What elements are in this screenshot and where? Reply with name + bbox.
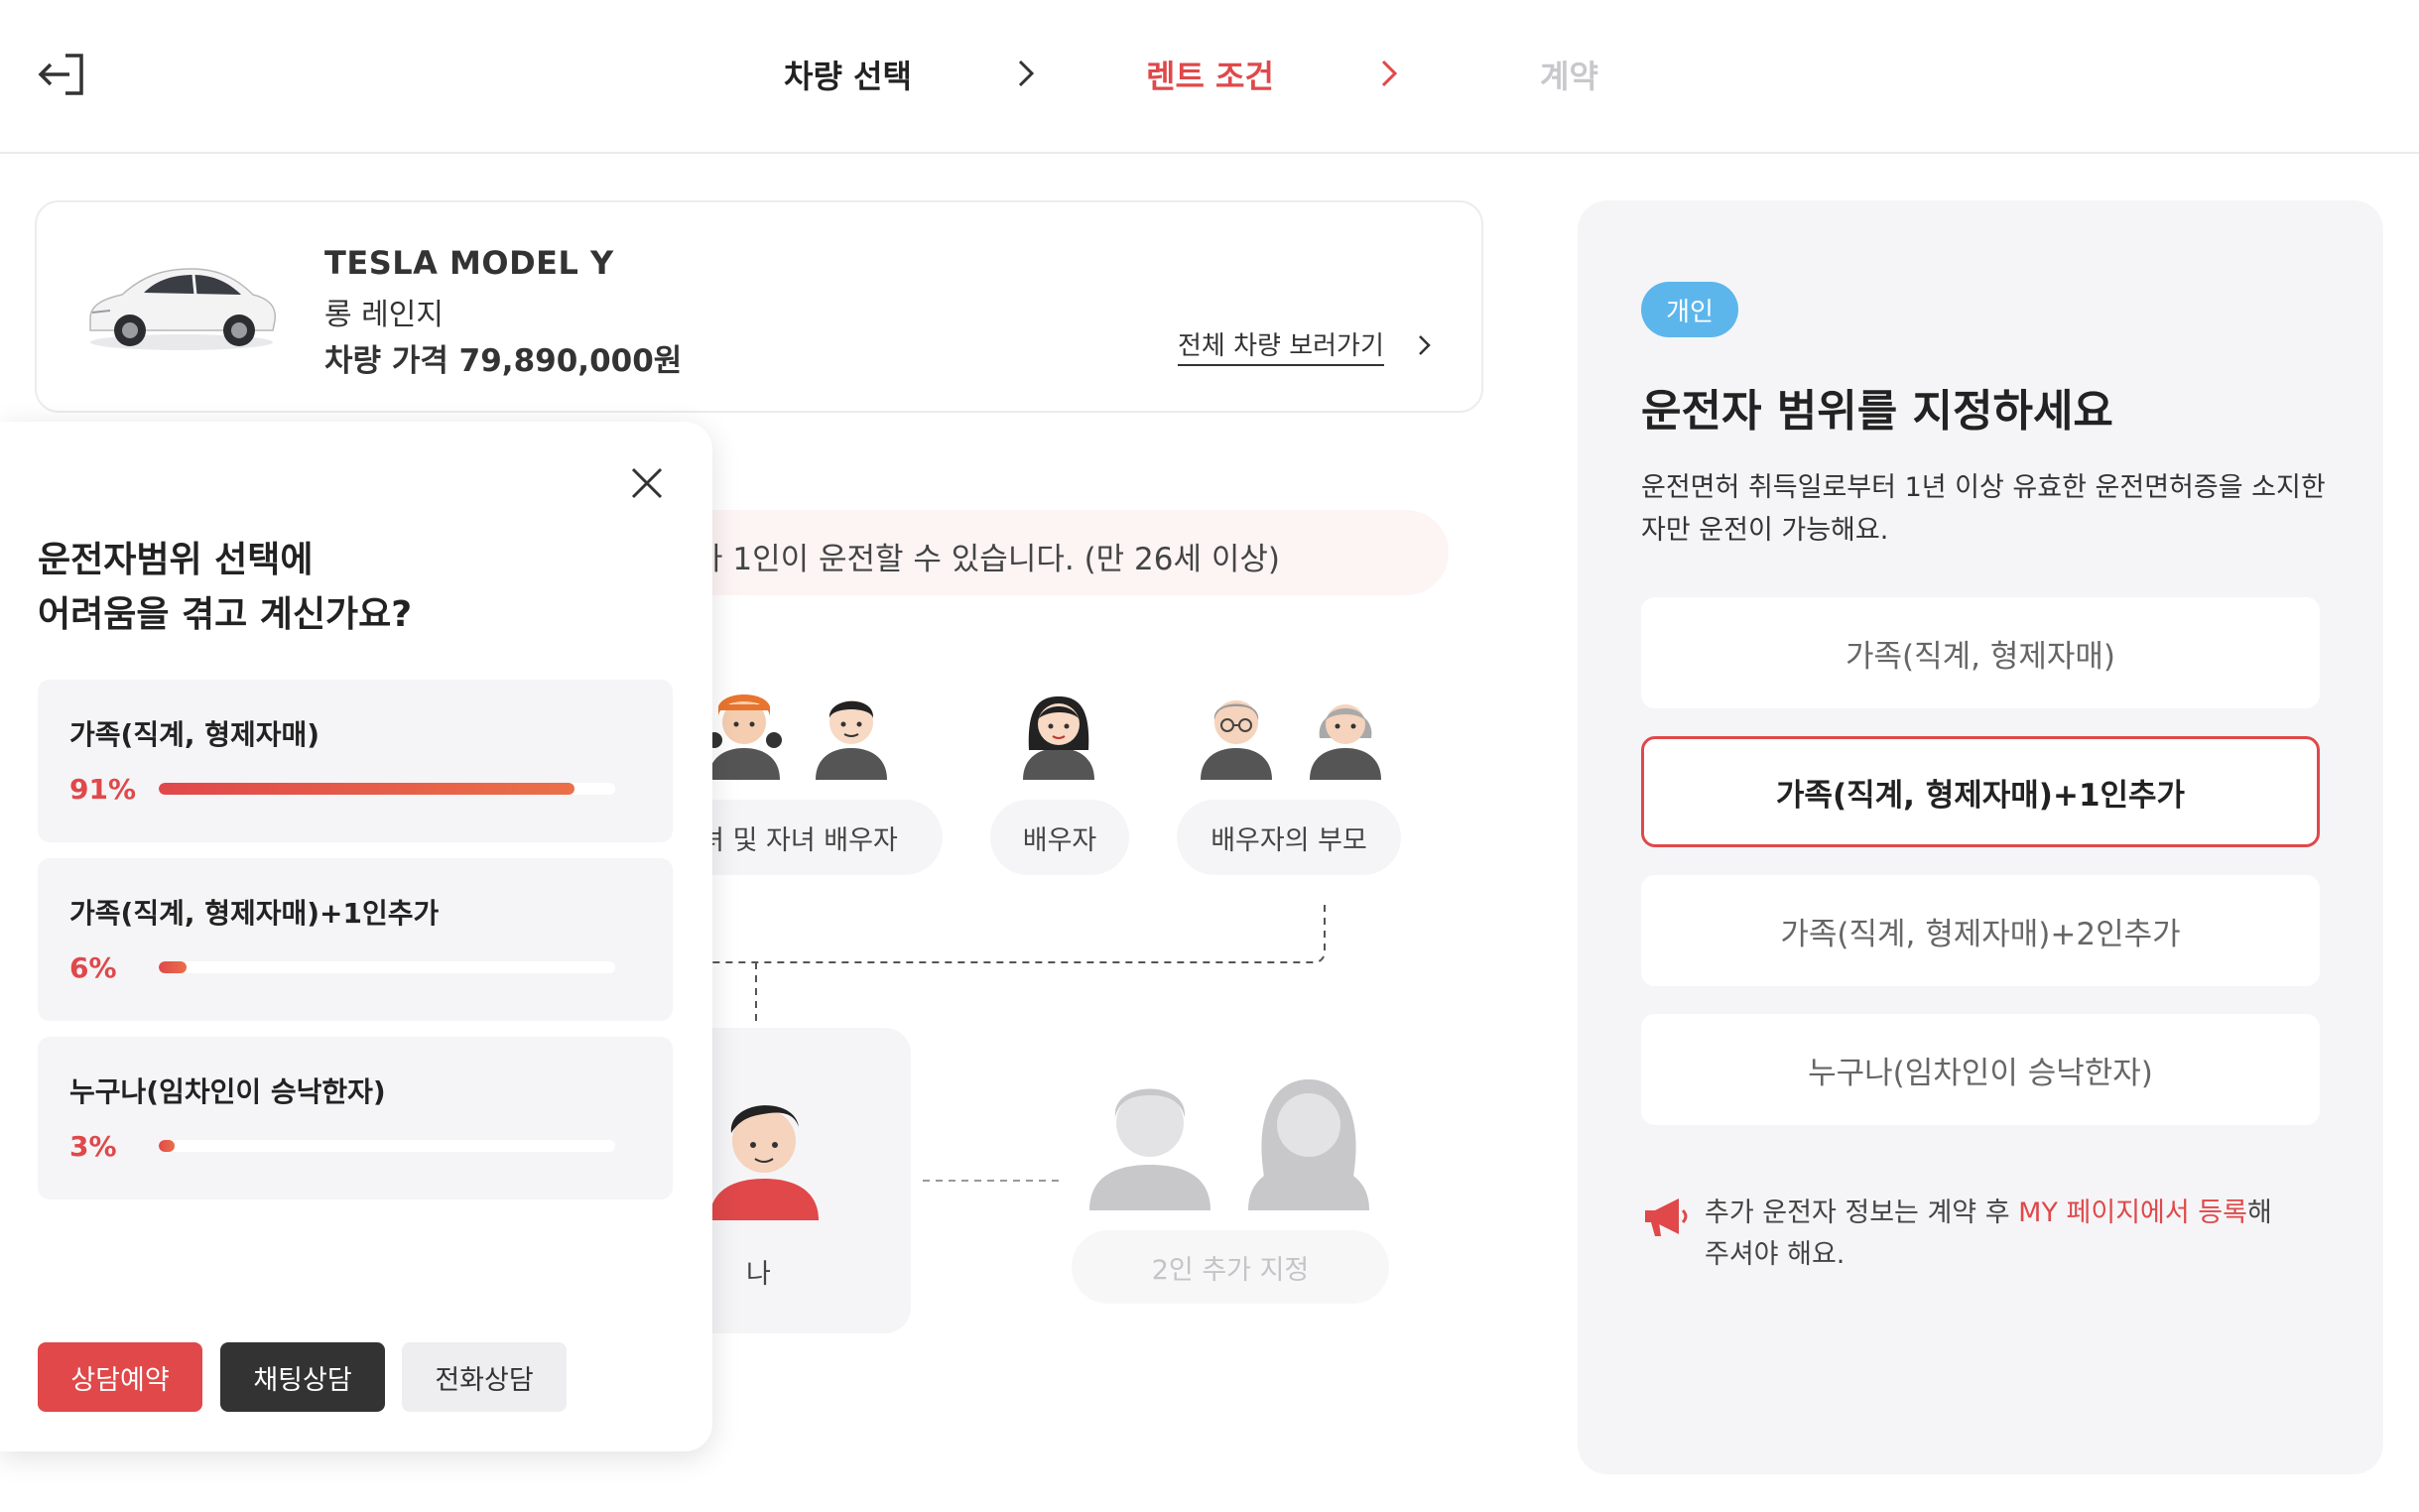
poll-bar [159, 961, 615, 973]
additional-driver-1-avatar [1089, 1088, 1210, 1210]
additional-driver-note: 추가 운전자 정보는 계약 후 MY 페이지에서 등록해주셔야 해요. [1705, 1193, 2280, 1276]
spouse-mother-avatar [1310, 704, 1381, 780]
poll-percent: 91% [69, 773, 137, 806]
reserve-consultation-button[interactable]: 상담예약 [38, 1342, 202, 1412]
poll-item: 가족(직계, 형제자매) 91% [38, 680, 673, 842]
poll-percent: 6% [69, 951, 117, 984]
popup-title-line2: 어려움을 겪고 계신가요? [38, 594, 413, 635]
me-avatar [709, 1105, 819, 1220]
poll-bar-fill [159, 783, 574, 795]
poll-label: 누구나(임차인이 승낙한자) [69, 1075, 386, 1108]
poll-bar-fill [159, 961, 187, 973]
add-two-drivers-label: 2인 추가 지정 [1072, 1230, 1389, 1304]
spouse-avatar [1023, 696, 1094, 780]
my-page-link[interactable]: MY 페이지에서 등록 [2018, 1197, 2247, 1228]
poll-bar-fill [159, 1140, 176, 1152]
megaphone-icon [1645, 1198, 1688, 1236]
option-family[interactable]: 가족(직계, 형제자매) [1641, 597, 2320, 708]
popup-title-line1: 운전자범위 선택에 [38, 540, 314, 580]
poll-bar [159, 1140, 615, 1152]
child-spouse-avatar [816, 700, 887, 780]
label-spouse-parents: 배우자의 부모 [1177, 800, 1401, 875]
option-family-plus-one[interactable]: 가족(직계, 형제자매)+1인추가 [1641, 736, 2320, 847]
personal-badge: 개인 [1641, 282, 1738, 337]
poll-label: 가족(직계, 형제자매) [69, 718, 320, 751]
option-family-plus-two[interactable]: 가족(직계, 형제자매)+2인추가 [1641, 875, 2320, 986]
poll-percent: 3% [69, 1130, 117, 1163]
poll-bar [159, 783, 615, 795]
poll-item: 누구나(임차인이 승낙한자) 3% [38, 1037, 673, 1199]
note-prefix: 추가 운전자 정보는 계약 후 [1705, 1197, 2019, 1228]
spouse-father-avatar [1201, 700, 1272, 780]
additional-driver-2-avatar [1248, 1079, 1369, 1210]
chat-consultation-button[interactable]: 채팅상담 [220, 1342, 385, 1412]
close-icon[interactable] [623, 459, 671, 507]
poll-label: 가족(직계, 형제자매)+1인추가 [69, 897, 440, 930]
poll-item: 가족(직계, 형제자매)+1인추가 6% [38, 858, 673, 1021]
label-me: 나 [746, 1259, 771, 1290]
popup-title: 운전자범위 선택에 어려움을 겪고 계신가요? [38, 533, 412, 642]
help-popup: 운전자범위 선택에 어려움을 겪고 계신가요? 가족(직계, 형제자매) 91%… [0, 422, 712, 1451]
label-spouse: 배우자 [990, 800, 1129, 875]
panel-title: 운전자 범위를 지정하세요 [1641, 386, 2113, 437]
option-anyone[interactable]: 누구나(임차인이 승낙한자) [1641, 1014, 2320, 1125]
panel-description: 운전면허 취득일로부터 1년 이상 유효한 운전면허증을 소지한 자만 운전이 … [1641, 472, 2326, 546]
phone-consultation-button[interactable]: 전화상담 [402, 1342, 567, 1412]
driver-range-panel: 개인 운전자 범위를 지정하세요 운전면허 취득일로부터 1년 이상 유효한 운… [1578, 200, 2383, 1474]
